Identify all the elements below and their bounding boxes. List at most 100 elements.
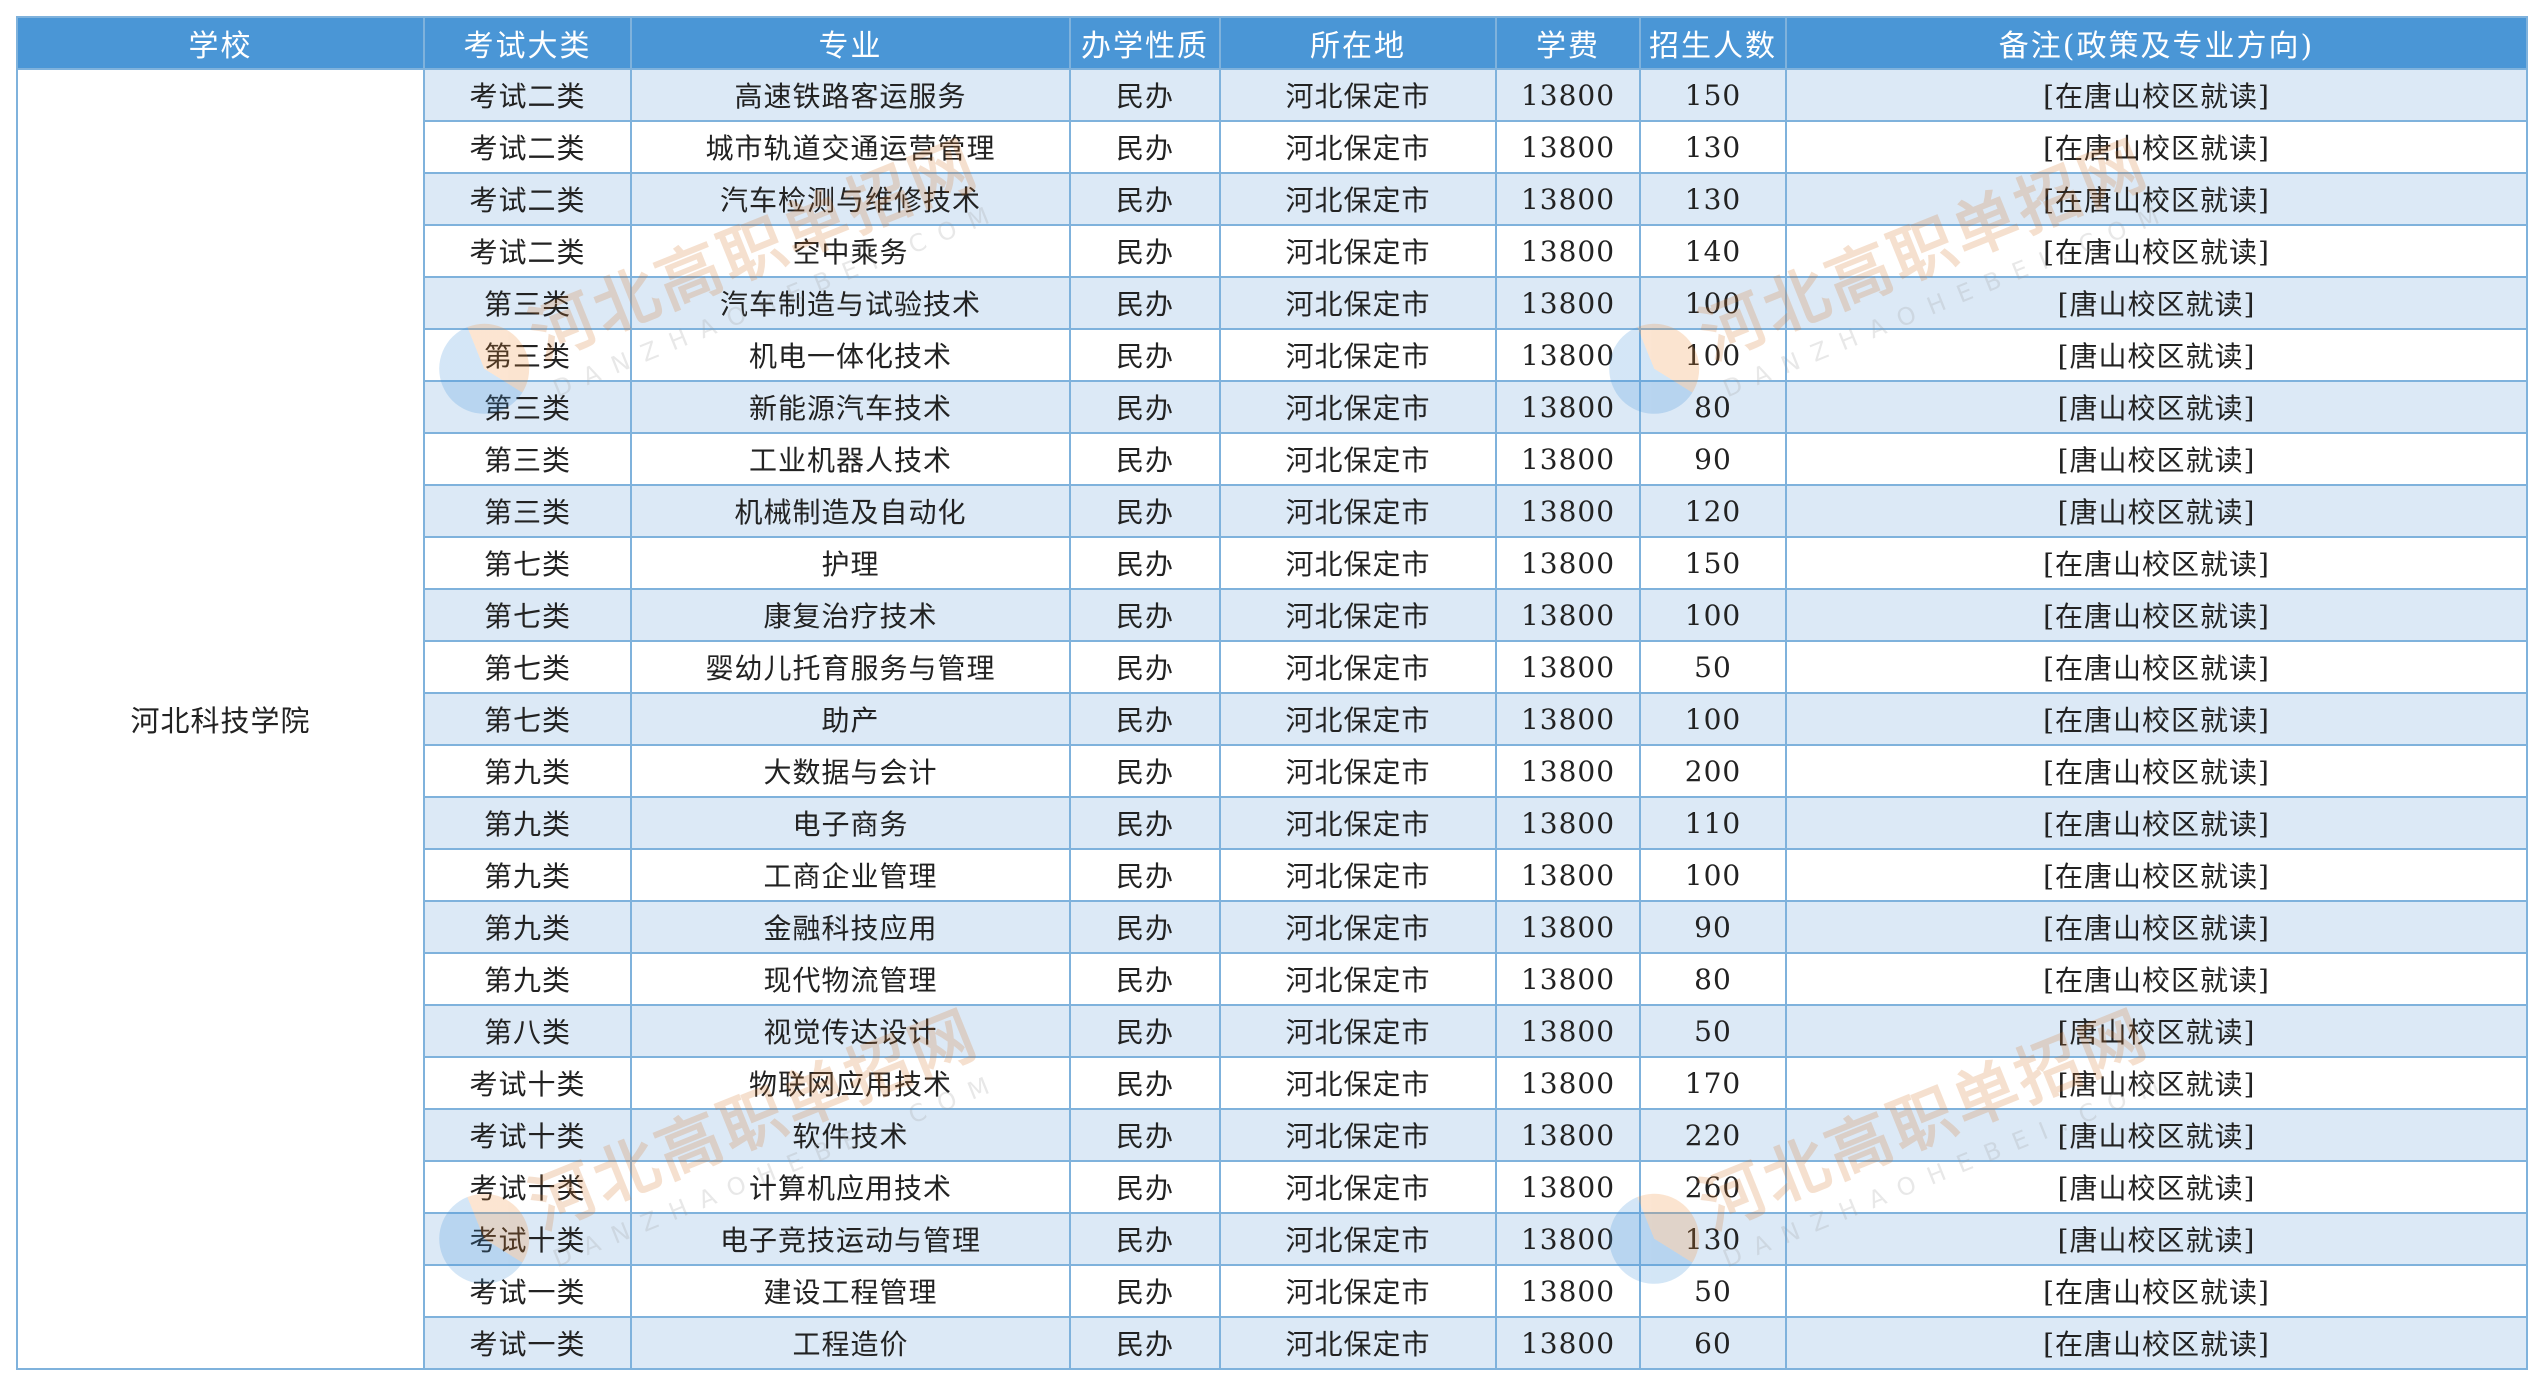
major-cell: 计算机应用技术 bbox=[630, 1160, 1071, 1214]
enrollment-cell: 130 bbox=[1639, 1212, 1787, 1266]
location-cell: 河北保定市 bbox=[1219, 1212, 1497, 1266]
location-cell: 河北保定市 bbox=[1219, 692, 1497, 746]
major-cell: 汽车检测与维修技术 bbox=[630, 172, 1071, 226]
enrollment-cell: 150 bbox=[1639, 536, 1787, 590]
tuition-cell: 13800 bbox=[1495, 536, 1641, 590]
header-remarks: 备注(政策及专业方向) bbox=[1785, 16, 2528, 70]
school-type-cell: 民办 bbox=[1069, 952, 1221, 1006]
major-cell: 金融科技应用 bbox=[630, 900, 1071, 954]
remarks-cell: [在唐山校区就读] bbox=[1785, 640, 2528, 694]
school-type-cell: 民办 bbox=[1069, 1264, 1221, 1318]
major-cell: 高速铁路客运服务 bbox=[630, 68, 1071, 122]
remarks-cell: [在唐山校区就读] bbox=[1785, 120, 2528, 174]
location-cell: 河北保定市 bbox=[1219, 588, 1497, 642]
enrollment-cell: 50 bbox=[1639, 1004, 1787, 1058]
location-cell: 河北保定市 bbox=[1219, 1056, 1497, 1110]
school-type-cell: 民办 bbox=[1069, 328, 1221, 382]
exam-category-cell: 考试一类 bbox=[423, 1316, 632, 1370]
exam-category-cell: 第九类 bbox=[423, 900, 632, 954]
exam-category-cell: 考试十类 bbox=[423, 1056, 632, 1110]
remarks-cell: [在唐山校区就读] bbox=[1785, 536, 2528, 590]
remarks-cell: [在唐山校区就读] bbox=[1785, 744, 2528, 798]
tuition-cell: 13800 bbox=[1495, 588, 1641, 642]
enrollment-cell: 100 bbox=[1639, 588, 1787, 642]
enrollment-cell: 220 bbox=[1639, 1108, 1787, 1162]
tuition-cell: 13800 bbox=[1495, 276, 1641, 330]
tuition-cell: 13800 bbox=[1495, 1056, 1641, 1110]
major-cell: 视觉传达设计 bbox=[630, 1004, 1071, 1058]
location-cell: 河北保定市 bbox=[1219, 432, 1497, 486]
location-cell: 河北保定市 bbox=[1219, 1108, 1497, 1162]
enrollment-cell: 90 bbox=[1639, 900, 1787, 954]
location-cell: 河北保定市 bbox=[1219, 952, 1497, 1006]
enrollment-cell: 130 bbox=[1639, 120, 1787, 174]
school-type-cell: 民办 bbox=[1069, 1160, 1221, 1214]
tuition-cell: 13800 bbox=[1495, 692, 1641, 746]
major-cell: 大数据与会计 bbox=[630, 744, 1071, 798]
exam-category-cell: 考试十类 bbox=[423, 1212, 632, 1266]
tuition-cell: 13800 bbox=[1495, 1160, 1641, 1214]
remarks-cell: [在唐山校区就读] bbox=[1785, 1316, 2528, 1370]
school-type-cell: 民办 bbox=[1069, 172, 1221, 226]
enrollment-cell: 80 bbox=[1639, 380, 1787, 434]
remarks-cell: [在唐山校区就读] bbox=[1785, 900, 2528, 954]
exam-category-cell: 考试十类 bbox=[423, 1160, 632, 1214]
exam-category-cell: 考试一类 bbox=[423, 1264, 632, 1318]
school-type-cell: 民办 bbox=[1069, 640, 1221, 694]
major-cell: 城市轨道交通运营管理 bbox=[630, 120, 1071, 174]
enrollment-cell: 90 bbox=[1639, 432, 1787, 486]
major-cell: 电子商务 bbox=[630, 796, 1071, 850]
location-cell: 河北保定市 bbox=[1219, 1316, 1497, 1370]
location-cell: 河北保定市 bbox=[1219, 484, 1497, 538]
major-cell: 助产 bbox=[630, 692, 1071, 746]
location-cell: 河北保定市 bbox=[1219, 1004, 1497, 1058]
enrollment-cell: 50 bbox=[1639, 1264, 1787, 1318]
tuition-cell: 13800 bbox=[1495, 224, 1641, 278]
tuition-cell: 13800 bbox=[1495, 1316, 1641, 1370]
exam-category-cell: 考试十类 bbox=[423, 1108, 632, 1162]
exam-category-cell: 第七类 bbox=[423, 536, 632, 590]
enrollment-cell: 170 bbox=[1639, 1056, 1787, 1110]
tuition-cell: 13800 bbox=[1495, 1108, 1641, 1162]
header-location: 所在地 bbox=[1219, 16, 1497, 70]
school-type-cell: 民办 bbox=[1069, 68, 1221, 122]
tuition-cell: 13800 bbox=[1495, 172, 1641, 226]
enrollment-cell: 140 bbox=[1639, 224, 1787, 278]
enrollment-cell: 100 bbox=[1639, 276, 1787, 330]
tuition-cell: 13800 bbox=[1495, 796, 1641, 850]
remarks-cell: [唐山校区就读] bbox=[1785, 1004, 2528, 1058]
tuition-cell: 13800 bbox=[1495, 1264, 1641, 1318]
location-cell: 河北保定市 bbox=[1219, 276, 1497, 330]
location-cell: 河北保定市 bbox=[1219, 1264, 1497, 1318]
enrollment-cell: 100 bbox=[1639, 692, 1787, 746]
school-type-cell: 民办 bbox=[1069, 796, 1221, 850]
exam-category-cell: 第三类 bbox=[423, 380, 632, 434]
major-cell: 工业机器人技术 bbox=[630, 432, 1071, 486]
major-cell: 工程造价 bbox=[630, 1316, 1071, 1370]
school-type-cell: 民办 bbox=[1069, 432, 1221, 486]
remarks-cell: [唐山校区就读] bbox=[1785, 1108, 2528, 1162]
remarks-cell: [唐山校区就读] bbox=[1785, 1056, 2528, 1110]
remarks-cell: [唐山校区就读] bbox=[1785, 1212, 2528, 1266]
location-cell: 河北保定市 bbox=[1219, 848, 1497, 902]
school-type-cell: 民办 bbox=[1069, 1108, 1221, 1162]
tuition-cell: 13800 bbox=[1495, 328, 1641, 382]
exam-category-cell: 考试二类 bbox=[423, 68, 632, 122]
school-name-cell: 河北科技学院 bbox=[16, 68, 425, 1370]
tuition-cell: 13800 bbox=[1495, 68, 1641, 122]
location-cell: 河北保定市 bbox=[1219, 328, 1497, 382]
location-cell: 河北保定市 bbox=[1219, 68, 1497, 122]
major-cell: 工商企业管理 bbox=[630, 848, 1071, 902]
remarks-cell: [在唐山校区就读] bbox=[1785, 588, 2528, 642]
major-cell: 新能源汽车技术 bbox=[630, 380, 1071, 434]
enrollment-cell: 110 bbox=[1639, 796, 1787, 850]
enrollment-cell: 260 bbox=[1639, 1160, 1787, 1214]
exam-category-cell: 第三类 bbox=[423, 276, 632, 330]
exam-category-cell: 第九类 bbox=[423, 952, 632, 1006]
exam-category-cell: 第七类 bbox=[423, 640, 632, 694]
tuition-cell: 13800 bbox=[1495, 640, 1641, 694]
exam-category-cell: 第九类 bbox=[423, 848, 632, 902]
major-cell: 软件技术 bbox=[630, 1108, 1071, 1162]
header-row: 学校 考试大类 专业 办学性质 所在地 学费 招生人数 备注(政策及专业方向) bbox=[16, 16, 2528, 70]
enrollment-cell: 100 bbox=[1639, 848, 1787, 902]
